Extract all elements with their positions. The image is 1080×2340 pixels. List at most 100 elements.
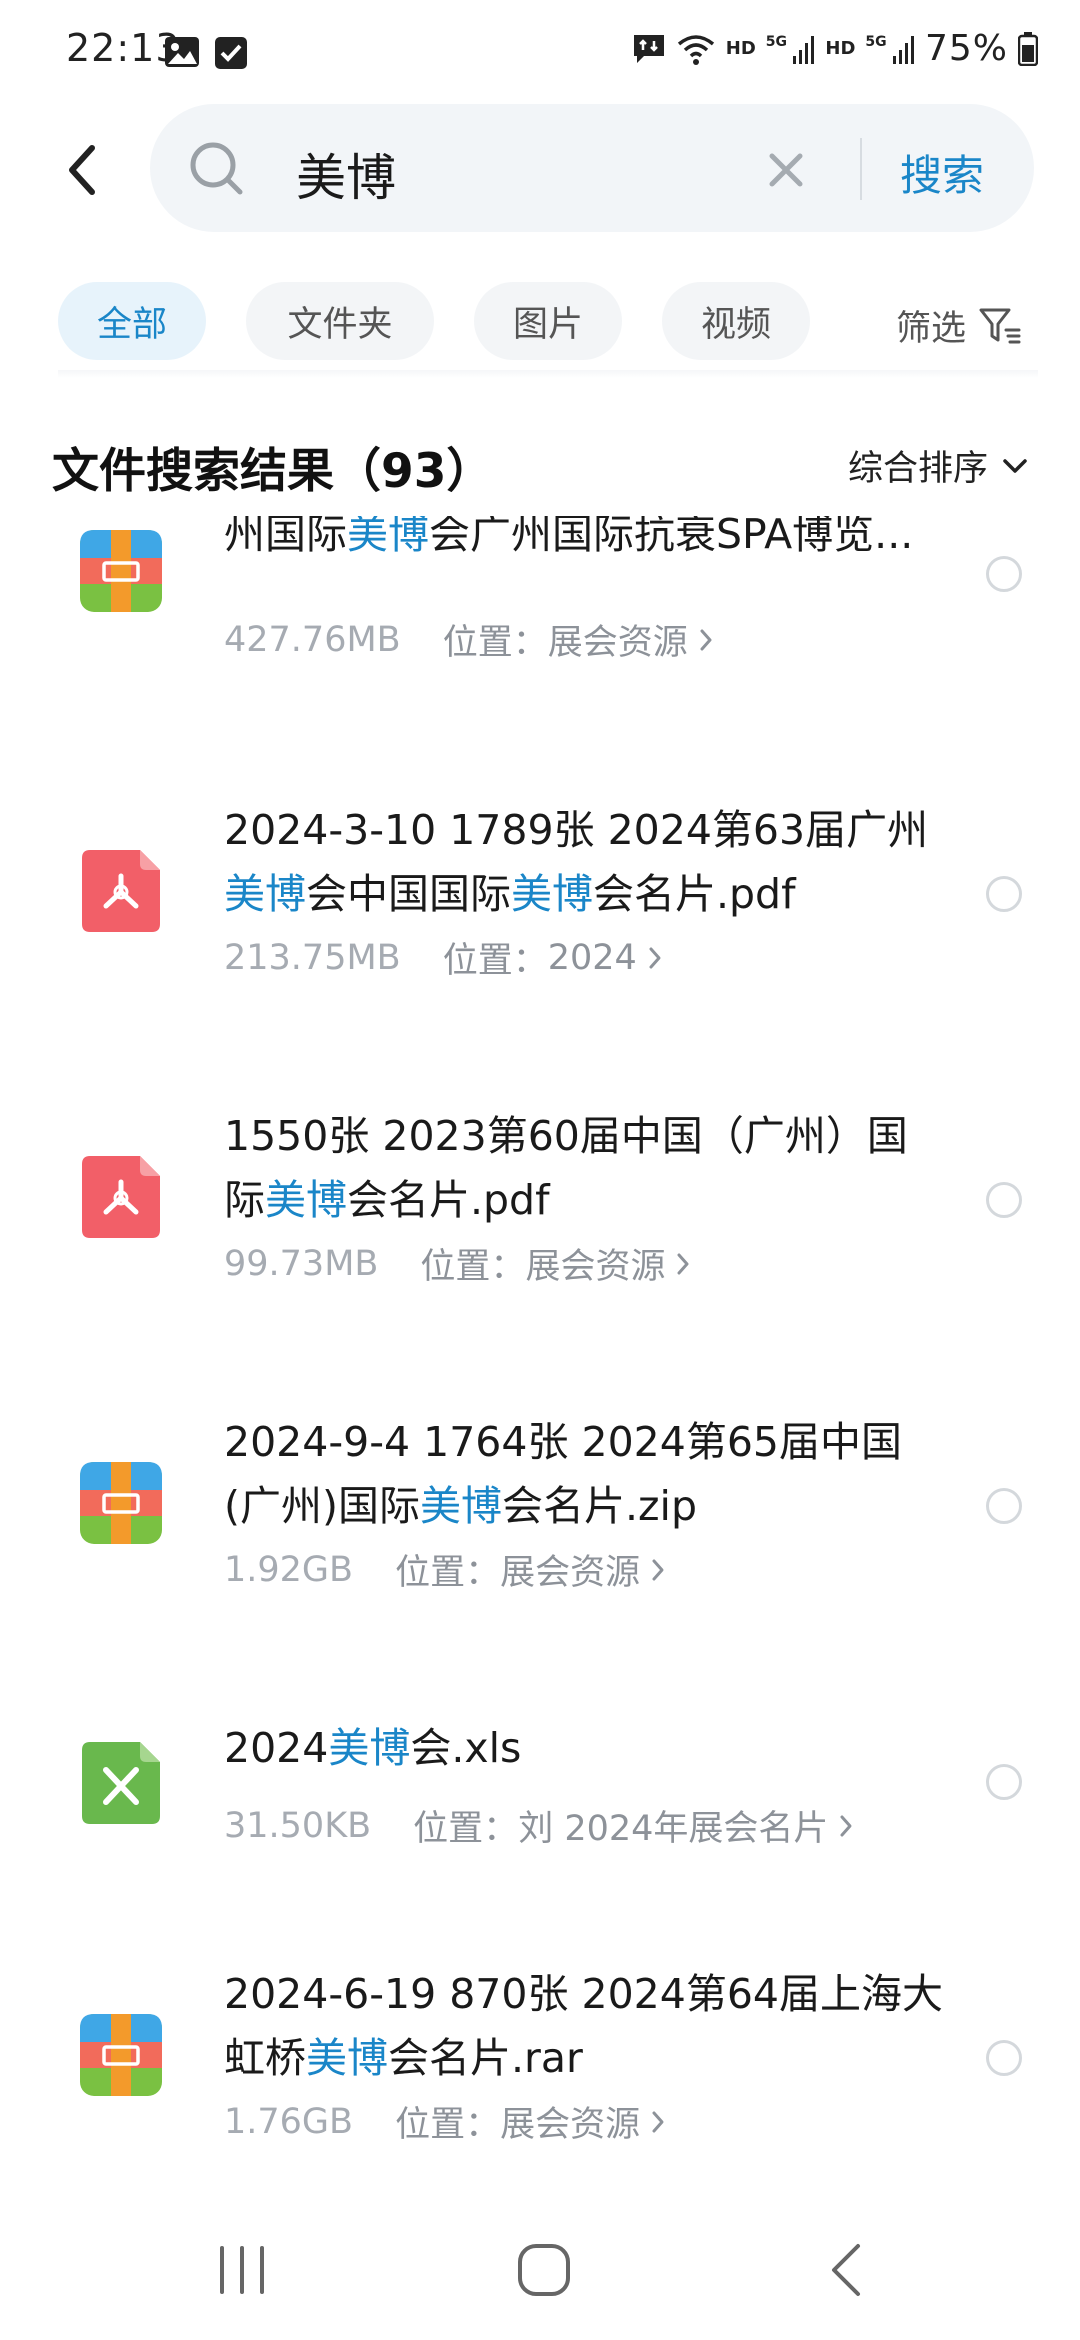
select-radio[interactable]: [986, 1764, 1022, 1800]
search-highlight: 美博: [306, 2034, 388, 2082]
recents-icon[interactable]: [216, 2242, 268, 2298]
file-size: 31.50KB: [224, 1805, 372, 1846]
search-highlight: 美博: [328, 1724, 411, 1772]
file-location-link[interactable]: 位置： 展会资源: [420, 1238, 691, 1289]
file-location-label: 位置：: [413, 1809, 519, 1849]
checkbox-icon: [215, 37, 247, 69]
nav-back-icon[interactable]: [826, 2240, 866, 2300]
file-location: 展会资源: [500, 1553, 641, 1593]
file-list-item[interactable]: 2024-6-19 870张 2024第64届上海大 虹桥美博会名片.rar 1.7…: [0, 1962, 1080, 2206]
file-name: 1550张 2023第60届中国（广州）国 际美博会名片.pdf: [224, 1104, 954, 1232]
file-name-text: 会名片.rar: [388, 2034, 583, 2082]
chevron-right-icon: [677, 1253, 689, 1274]
battery-icon: [1018, 31, 1038, 66]
archive-icon: [80, 1462, 162, 1544]
select-radio[interactable]: [986, 556, 1022, 592]
file-name-text: (广州)国际: [224, 1482, 420, 1530]
file-location-link[interactable]: 位置：刘 2024年展会名片: [413, 1800, 854, 1851]
signal-icon: [892, 35, 914, 64]
search-highlight: 美博: [420, 1482, 502, 1530]
file-name-text: 2024: [224, 1724, 329, 1772]
search-bar[interactable]: 美博 搜索: [150, 104, 1034, 232]
file-list-item[interactable]: 1550张 2023第60届中国（广州）国 际美博会名片.pdf 99.73MB 位置…: [0, 1104, 1080, 1404]
file-meta: 99.73MB 位置： 展会资源: [224, 1238, 691, 1289]
chevron-down-icon: [1003, 458, 1027, 473]
select-radio[interactable]: [986, 2040, 1022, 2076]
clear-icon[interactable]: [764, 148, 808, 192]
chevron-right-icon: [652, 1559, 664, 1580]
tabs-divider: [58, 370, 1038, 378]
file-meta: 427.76MB 位置： 展会资源: [224, 614, 714, 665]
wifi-icon: [677, 34, 714, 65]
network-type: 5G: [865, 34, 915, 64]
search-highlight: 美博: [265, 1176, 347, 1224]
file-name: 2024-3-10 1789张 2024第63届广州 美博会中国国际美博会名片.p…: [224, 798, 954, 926]
file-name-text: 会名片.pdf: [347, 1176, 550, 1224]
file-list-item[interactable]: 2023-3-10 300张 2023第60届中国广州国际美博会广州国际抗衰SP…: [0, 516, 1080, 778]
select-radio[interactable]: [986, 1488, 1022, 1524]
results-title: 文件搜索结果（93）: [52, 444, 494, 499]
sort-button[interactable]: 综合排序: [848, 440, 1028, 491]
file-meta: 1.76GB 位置： 展会资源: [224, 2096, 666, 2147]
archive-icon: [80, 2014, 162, 2096]
file-size: 1.76GB: [224, 2101, 354, 2142]
file-name-text: 2024-3-10 1789张 2024第63届广州: [224, 806, 929, 854]
file-size: 427.76MB: [224, 619, 401, 660]
file-location-link[interactable]: 位置： 展会资源: [395, 1544, 666, 1595]
status-left-icons: [164, 36, 248, 70]
search-highlight: 美博: [347, 516, 429, 558]
file-location-label: 位置：: [395, 1553, 501, 1593]
file-name-text: 会名片.zip: [502, 1482, 697, 1530]
excel-icon: [82, 1742, 160, 1824]
file-name-text: 会名片.pdf: [593, 870, 796, 918]
home-icon[interactable]: [516, 2242, 572, 2298]
filter-button[interactable]: 筛选: [896, 300, 1022, 351]
search-highlight: 美博: [511, 870, 593, 918]
file-name-text: 际: [224, 1176, 265, 1224]
tab-folders[interactable]: 文件夹: [246, 282, 434, 360]
status-right-icons: HD 5G HD 5G 75%: [632, 28, 1038, 69]
file-list-item[interactable]: 2024-9-4 1764张 2024第65届中国 (广州)国际美博会名片.zip…: [0, 1410, 1080, 1710]
file-list-item[interactable]: 2024-3-10 1789张 2024第63届广州 美博会中国国际美博会名片.p…: [0, 798, 1080, 1098]
select-radio[interactable]: [986, 1182, 1022, 1218]
file-meta: 1.92GB 位置： 展会资源: [224, 1544, 666, 1595]
search-icon: [190, 142, 243, 195]
file-name-text: 会广州国际抗衰SPA博览...: [429, 516, 914, 558]
search-highlight: 美博: [224, 870, 306, 918]
filter-label: 筛选: [896, 309, 967, 349]
file-location: 展会资源: [547, 623, 688, 663]
tab-images[interactable]: 图片: [474, 282, 622, 360]
status-bar: 22:13 HD 5G HD 5G 75%: [0, 0, 1080, 100]
message-icon: [633, 34, 664, 63]
file-location-link[interactable]: 位置： 展会资源: [395, 2096, 666, 2147]
network-type-label: 5G: [865, 33, 887, 50]
file-location-label: 位置：: [442, 941, 548, 981]
chevron-right-icon: [700, 629, 712, 650]
file-location: 展会资源: [525, 1247, 666, 1287]
file-meta: 31.50KB 位置：刘 2024年展会名片: [224, 1800, 854, 1851]
tab-all[interactable]: 全部: [58, 282, 206, 360]
select-radio[interactable]: [986, 876, 1022, 912]
file-name: 2024-9-4 1764张 2024第65届中国 (广州)国际美博会名片.zip: [224, 1410, 954, 1538]
search-button[interactable]: 搜索: [900, 142, 984, 203]
file-location-label: 位置：: [420, 1247, 526, 1287]
hd-label: HD: [825, 38, 856, 59]
file-location-label: 位置：: [395, 2105, 501, 2145]
file-name-text: 会.xls: [410, 1724, 522, 1772]
sort-label: 综合排序: [848, 449, 989, 489]
back-button[interactable]: [58, 140, 108, 200]
file-location: 刘 2024年展会名片: [518, 1809, 829, 1849]
file-name-text: 2024-9-4 1764张 2024第65届中国: [224, 1418, 903, 1466]
network-type-label: 5G: [765, 33, 788, 50]
file-location-link[interactable]: 位置： 2024: [443, 932, 663, 983]
pdf-icon: [82, 1156, 160, 1238]
file-location-link[interactable]: 位置： 展会资源: [443, 614, 714, 665]
battery-percent: 75%: [924, 28, 1008, 69]
file-meta: 213.75MB 位置： 2024: [224, 932, 663, 983]
search-divider: [860, 138, 862, 200]
file-name-text: 虹桥: [224, 2034, 306, 2082]
signal-icon: [793, 35, 815, 64]
chevron-right-icon: [649, 947, 661, 968]
search-input[interactable]: 美博: [296, 138, 396, 210]
tab-videos[interactable]: 视频: [662, 282, 810, 360]
